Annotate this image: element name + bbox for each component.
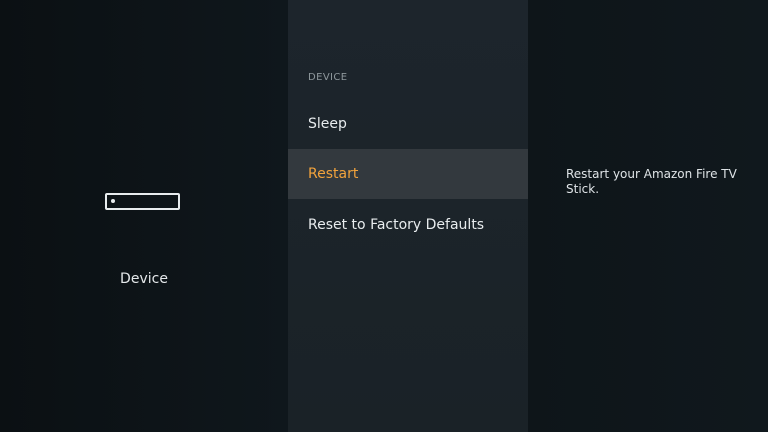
settings-screen: Device DEVICE Sleep Restart Reset to Fac… (0, 0, 768, 432)
device-menu: DEVICE Sleep Restart Reset to Factory De… (288, 0, 528, 432)
device-led-dot (111, 199, 115, 203)
device-icon (105, 193, 180, 210)
section-header: DEVICE (308, 72, 348, 83)
menu-item-reset-to-factory-defaults[interactable]: Reset to Factory Defaults (288, 200, 528, 250)
item-description: Restart your Amazon Fire TV Stick. (566, 167, 737, 196)
category-pane: Device (0, 0, 288, 432)
menu-item-sleep[interactable]: Sleep (288, 99, 528, 149)
description-pane: Restart your Amazon Fire TV Stick. (528, 0, 768, 432)
category-label: Device (120, 271, 168, 287)
menu-item-restart[interactable]: Restart (288, 149, 528, 199)
